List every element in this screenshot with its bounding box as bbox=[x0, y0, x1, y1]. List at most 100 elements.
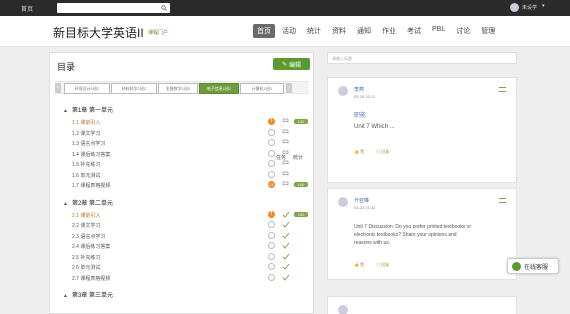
checkmark-icon[interactable] bbox=[282, 211, 291, 219]
nav-home[interactable]: 首页 bbox=[253, 24, 275, 38]
post-actions: 👍 赞 ▤ 回复 bbox=[354, 149, 389, 155]
task-circle-icon bbox=[268, 252, 275, 260]
course-title: 新目标大学英语II bbox=[53, 26, 144, 40]
section-label[interactable]: 2.3 语言点学习 bbox=[72, 233, 105, 240]
flag-icon[interactable] bbox=[282, 129, 291, 137]
section-label[interactable]: 1.5 补充练习 bbox=[72, 161, 100, 168]
post-body-line[interactable]: Unit 7 Discussion: Do you prefer printed… bbox=[354, 223, 471, 231]
discussion-card[interactable]: 李燕 03-26 20:11 职能 Unit 7 Which ... 👍 赞 ▤… bbox=[327, 77, 517, 183]
stats-badge[interactable]: 100 bbox=[294, 182, 308, 187]
reply-button[interactable]: ▤ 回复 bbox=[376, 149, 389, 155]
chevron-left-icon[interactable]: ‹ bbox=[55, 83, 61, 93]
chapter-heading[interactable]: ▲ 第1章 第一单元 bbox=[63, 105, 113, 114]
section-row[interactable]: 1.6 单元测试 bbox=[72, 170, 312, 180]
nav-notices[interactable]: 通知 bbox=[353, 24, 375, 38]
nav-activity[interactable]: 活动 bbox=[278, 24, 300, 38]
section-row[interactable]: 2.2 课文学习 bbox=[72, 221, 312, 230]
chapter-heading[interactable]: ▲ 第3章 第三单元 bbox=[63, 290, 113, 299]
section-row[interactable]: 1.7 课程表格视频 11 100 bbox=[72, 181, 312, 190]
section-label[interactable]: 1.3 语言点学习 bbox=[72, 140, 105, 147]
post-title[interactable]: 职能 bbox=[354, 112, 366, 120]
section-label[interactable]: 2.2 课文学习 bbox=[72, 222, 100, 229]
post-author[interactable]: 李燕 bbox=[354, 86, 364, 93]
class-tab[interactable]: 环境设计1班2 bbox=[64, 83, 110, 94]
section-label[interactable]: 2.5 补充练习 bbox=[72, 254, 100, 261]
checkmark-icon[interactable] bbox=[282, 274, 291, 282]
section-row[interactable]: 2.5 补充练习 bbox=[72, 252, 312, 262]
section-label[interactable]: 1.1 课前引入 bbox=[72, 119, 100, 126]
class-tab-active[interactable]: 电子信息1班2 bbox=[199, 83, 239, 94]
section-label[interactable]: 2.1 课前引入 bbox=[72, 212, 100, 219]
section-label[interactable]: 1.2 课文学习 bbox=[72, 130, 100, 137]
search-icon[interactable] bbox=[161, 5, 167, 11]
discussion-search-input[interactable]: 请输入标题 bbox=[327, 52, 517, 64]
post-author[interactable]: 亓亚琳 bbox=[354, 197, 369, 204]
home-link[interactable]: 首页 bbox=[21, 4, 33, 13]
class-tab[interactable]: 计算机1班2 bbox=[240, 83, 284, 94]
online-support-button[interactable]: 在线客服 bbox=[507, 258, 559, 274]
menu-icon[interactable] bbox=[499, 198, 506, 203]
section-label[interactable]: 1.7 课程表格视频 bbox=[72, 182, 110, 189]
section-row[interactable]: 2.1 课前引入! 100 bbox=[72, 210, 312, 220]
section-label[interactable]: 1.6 单元测试 bbox=[72, 172, 100, 179]
discussion-card[interactable] bbox=[327, 296, 517, 314]
chevron-down-icon[interactable]: ▾ bbox=[542, 3, 545, 9]
checkmark-icon[interactable] bbox=[282, 263, 291, 271]
checkmark-icon[interactable] bbox=[282, 232, 291, 240]
menu-icon[interactable] bbox=[499, 87, 506, 92]
flag-icon[interactable] bbox=[282, 160, 291, 168]
section-row[interactable]: 2.6 单元测试 bbox=[72, 263, 312, 272]
checkmark-icon[interactable] bbox=[282, 221, 291, 229]
class-tab[interactable]: 金融数学1班2 bbox=[158, 83, 198, 94]
flag-icon[interactable] bbox=[282, 118, 291, 126]
section-row[interactable]: 2.7 课程表格视频 bbox=[72, 273, 312, 283]
chevron-right-icon[interactable]: › bbox=[286, 83, 292, 93]
task-circle-icon bbox=[268, 221, 275, 228]
like-button[interactable]: 👍 赞 bbox=[354, 262, 364, 268]
pencil-icon: ✎ bbox=[281, 61, 287, 68]
section-row[interactable]: 1.4 课后练习答案 bbox=[72, 149, 312, 159]
stats-badge[interactable]: 100 bbox=[294, 211, 308, 217]
like-button[interactable]: 👍 赞 bbox=[354, 149, 364, 155]
nav-stats[interactable]: 统计 bbox=[303, 24, 325, 38]
user-avatar[interactable] bbox=[510, 3, 519, 12]
post-body-line[interactable]: electronic textbooks? Share your opinion… bbox=[354, 231, 457, 239]
course-subtitle: 课程门户 bbox=[148, 30, 169, 36]
flag-icon[interactable] bbox=[282, 150, 291, 158]
section-row[interactable]: 1.2 课文学习 bbox=[72, 128, 312, 138]
nav-exams[interactable]: 考试 bbox=[403, 24, 425, 38]
nav-manage[interactable]: 管理 bbox=[477, 24, 499, 38]
chapter-heading[interactable]: ▲ 第2章 第二单元 bbox=[63, 198, 113, 207]
flag-icon[interactable] bbox=[282, 181, 291, 189]
section-label[interactable]: 2.4 课后练习答案 bbox=[72, 243, 110, 250]
global-search-input[interactable] bbox=[57, 3, 170, 13]
edit-button[interactable]: ✎ 编辑 bbox=[273, 58, 310, 70]
section-row[interactable]: 1.1 课前引入! 100 bbox=[72, 118, 312, 127]
reply-button[interactable]: ▤ 回复 bbox=[376, 262, 389, 268]
user-name[interactable]: 未设学 bbox=[522, 4, 537, 11]
section-row[interactable]: 1.3 语言点学习 bbox=[72, 139, 312, 148]
task-count-badge: ! bbox=[268, 210, 275, 218]
section-row[interactable]: 1.5 补充练习 bbox=[72, 160, 312, 169]
discussion-card[interactable]: 亓亚琳 03-22 21:32 Unit 7 Discussion: Do yo… bbox=[327, 188, 517, 280]
nav-discussion[interactable]: 讨论 bbox=[452, 24, 474, 38]
flag-icon[interactable] bbox=[282, 139, 291, 147]
nav-homework[interactable]: 作业 bbox=[378, 24, 400, 38]
collapse-icon[interactable]: ▲ bbox=[63, 108, 68, 114]
collapse-icon[interactable]: ▲ bbox=[63, 201, 68, 207]
section-label[interactable]: 2.7 课程表格视频 bbox=[72, 275, 110, 282]
stats-badge[interactable]: 100 bbox=[294, 119, 308, 124]
section-row[interactable]: 2.3 语言点学习 bbox=[72, 231, 312, 241]
nav-materials[interactable]: 资料 bbox=[328, 24, 350, 38]
checkmark-icon[interactable] bbox=[282, 242, 291, 250]
collapse-icon[interactable]: ▲ bbox=[63, 293, 68, 299]
post-body-line[interactable]: reasons with us. bbox=[354, 239, 390, 247]
section-label[interactable]: 1.4 课后练习答案 bbox=[72, 151, 110, 158]
post-body[interactable]: Unit 7 Which ... bbox=[354, 123, 395, 131]
checkmark-icon[interactable] bbox=[282, 253, 291, 261]
class-tab[interactable]: 材料科学1班2 bbox=[111, 83, 157, 94]
nav-pbl[interactable]: PBL bbox=[428, 24, 449, 38]
section-label[interactable]: 2.6 单元测试 bbox=[72, 264, 100, 271]
section-row[interactable]: 2.4 课后练习答案 bbox=[72, 242, 312, 251]
flag-icon[interactable] bbox=[282, 171, 291, 179]
